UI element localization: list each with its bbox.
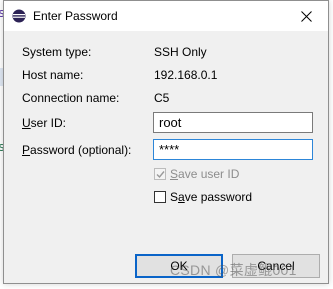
host-name-value: 192.168.0.1 [154, 68, 218, 82]
password-value: **** [159, 142, 180, 157]
title-bar: Enter Password [4, 1, 328, 31]
checkmark-icon [156, 170, 165, 178]
save-user-id-checkbox[interactable] [154, 168, 166, 180]
host-name-label: Host name: [22, 68, 84, 82]
screen: s s Enter Password System type: SSH Only… [0, 0, 333, 289]
save-password-checkbox[interactable] [154, 191, 166, 203]
password-label: Password (optional): [22, 143, 132, 157]
close-button[interactable] [284, 1, 328, 31]
system-type-value: SSH Only [154, 45, 207, 59]
save-password-label: Save password [170, 190, 253, 204]
watermark: CSDN @菜虚鲲001 [170, 262, 297, 278]
password-input[interactable]: **** [153, 139, 313, 160]
connection-name-label: Connection name: [22, 91, 120, 105]
connection-name-value: C5 [154, 91, 170, 105]
close-icon [300, 10, 312, 22]
enter-password-dialog: Enter Password System type: SSH Only Hos… [3, 0, 329, 284]
save-password-option[interactable]: Save password [154, 190, 252, 204]
system-type-label: System type: [22, 45, 92, 59]
save-user-id-option[interactable]: Save user ID [154, 167, 239, 181]
user-id-label: User ID: [22, 116, 67, 130]
user-id-value: root [159, 115, 182, 130]
eclipse-icon [12, 9, 26, 23]
user-id-input[interactable]: root [153, 112, 313, 133]
dialog-title: Enter Password [33, 9, 118, 23]
save-user-id-label: Save user ID [170, 167, 240, 181]
